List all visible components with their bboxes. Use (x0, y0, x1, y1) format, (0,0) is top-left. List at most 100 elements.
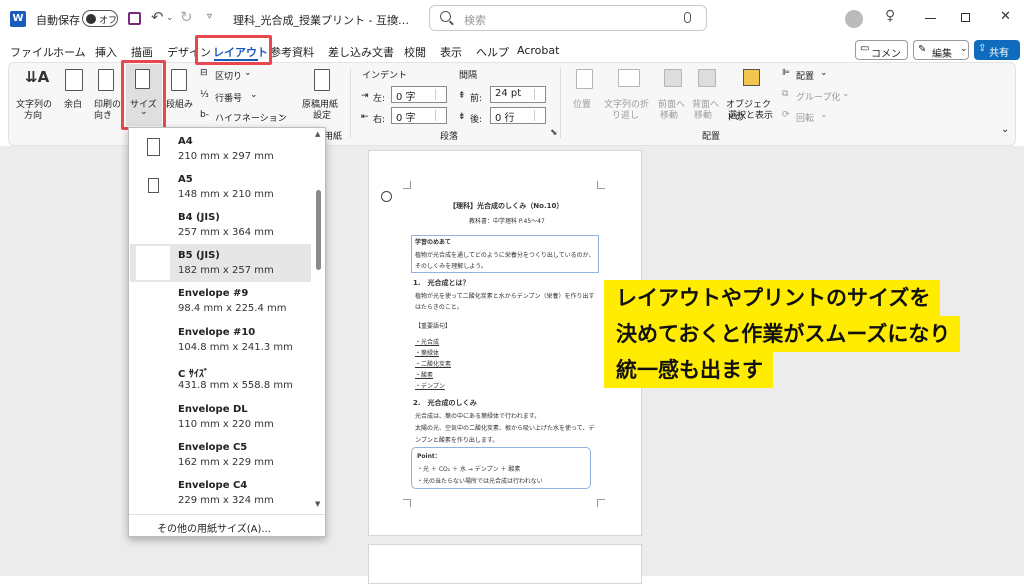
tab-file[interactable]: ファイル (10, 44, 54, 60)
page-icon (148, 178, 159, 193)
columns-button[interactable]: 段組み (166, 66, 196, 124)
redo-icon: ↻ (180, 8, 193, 26)
editing-button[interactable]: ✎ 編集 ⌄ (913, 40, 969, 60)
crop-mark-top-left (403, 181, 411, 189)
comment-button[interactable]: ▭ コメント (855, 40, 908, 75)
lightbulb-icon[interactable]: ♀ (885, 8, 895, 24)
selection-pane-icon (743, 69, 760, 86)
more-paper-sizes[interactable]: その他の用紙サイズ(A)... (157, 520, 271, 535)
tab-references[interactable]: 参考資料 (270, 44, 314, 60)
tab-view[interactable]: 表示 (440, 44, 462, 60)
breaks-button[interactable]: ⊟ 区切り ⌄ (200, 68, 264, 82)
margins-label: 余白 (64, 100, 83, 110)
callout-annotation: レイアウトやプリントのサイズを 決めておくと作業がスムーズになり 統一感も出ます (604, 280, 1020, 394)
dropdown-scrollbar[interactable]: ▲ ▼ (312, 128, 325, 512)
margins-button[interactable]: 余白 (60, 66, 90, 124)
document-page[interactable]: 【理科】光合成のしくみ（No.10） 教科書：中学理科 P.45〜47 学習のめ… (368, 150, 642, 536)
columns-label: 段組み (166, 100, 194, 110)
hyphenation-button[interactable]: b‐ ハイフネーション ⌄ (200, 110, 290, 124)
indent-left-icon: ⇥ (361, 91, 369, 101)
terms-heading: 【重要語句】 (415, 323, 452, 330)
document-filename[interactable]: 理科_光合成_授業プリント - 互換… (233, 12, 409, 28)
undo-icon[interactable]: ↶ (151, 8, 164, 26)
columns-icon (171, 69, 187, 91)
text-direction-label-2: 方向 (24, 111, 43, 121)
share-icon: ⇪ (978, 43, 987, 54)
goal-line-1: 植物が光合成を通してどのように栄養分をつくり出しているのか、 (415, 252, 595, 259)
toggle-knob (86, 14, 96, 24)
align-icon: ⊫ (782, 68, 790, 78)
chevron-down-icon: ⌄ (960, 44, 968, 54)
share-button[interactable]: ⇪ 共有 (974, 40, 1020, 60)
tab-home[interactable]: ホーム (53, 44, 86, 60)
wrap-text-button: 文字列の折 り返し (604, 66, 656, 124)
word-icon[interactable]: W (10, 11, 26, 27)
size-option-name: Envelope #10 (178, 327, 256, 338)
size-option[interactable]: C ｻｲｽﾞ 431.8 mm x 558.8 mm (130, 359, 311, 397)
ribbon-separator (350, 68, 351, 138)
send-backward-label-2: 移動 (694, 111, 713, 121)
tab-draw[interactable]: 描画 (131, 44, 153, 60)
minimize-icon[interactable] (925, 18, 936, 19)
point-heading: Point： (417, 453, 441, 460)
tab-insert[interactable]: 挿入 (95, 44, 117, 60)
group-button: ⧉ グループ化 ⌄ (782, 89, 862, 103)
term-item: ・光合成 (415, 339, 440, 346)
collapse-ribbon-icon[interactable]: ⌄ (1001, 124, 1009, 135)
save-icon[interactable] (128, 12, 141, 25)
scroll-down-icon[interactable]: ▼ (315, 500, 320, 508)
microphone-icon[interactable] (684, 12, 691, 23)
text-direction-button[interactable]: ⇊A 文字列の 方向 (14, 66, 58, 124)
size-option[interactable]: A5 148 mm x 210 mm (130, 168, 311, 206)
selection-pane-button[interactable]: オブジェクトの 選択と表示 (726, 66, 776, 124)
autosave-toggle[interactable]: オフ (82, 10, 118, 27)
size-option-selected[interactable]: B5 (JIS) 182 mm x 257 mm (130, 244, 311, 282)
section-2-line-2: 太陽の光、空気中の二酸化炭素、根から吸い上げた水を使って、デ (415, 425, 595, 432)
size-option[interactable]: Envelope #10 104.8 mm x 241.3 mm (130, 321, 311, 359)
manuscript-icon (314, 69, 330, 91)
indent-right-input[interactable]: 0 字 (391, 107, 447, 124)
size-option[interactable]: Envelope DL 110 mm x 220 mm (130, 398, 311, 436)
size-option-name: B5 (JIS) (178, 250, 220, 261)
tab-acrobat[interactable]: Acrobat (517, 44, 559, 57)
tab-help[interactable]: ヘルプ (476, 44, 509, 60)
section-2-line-1: 光合成は、葉の中にある葉緑体で行われます。 (415, 413, 541, 420)
document-page-2[interactable] (368, 544, 642, 584)
size-option-name: Envelope DL (178, 404, 248, 415)
spacing-after-input[interactable]: 0 行 (490, 107, 546, 124)
tab-review[interactable]: 校閲 (404, 44, 426, 60)
avatar[interactable] (845, 10, 863, 28)
indent-label: インデント (362, 71, 408, 81)
tab-mailings[interactable]: 差し込み文書 (328, 44, 394, 60)
size-option-name: Envelope C5 (178, 442, 248, 453)
layout-tab-highlight-box (195, 35, 272, 65)
align-button[interactable]: ⊫ 配置 ⌄ (782, 68, 852, 82)
autosave-label: 自動保存 (36, 14, 80, 27)
indent-right-label: 右: (373, 115, 386, 125)
search-box[interactable]: 検索 (429, 5, 707, 31)
section-1-line-2: はたらきのこと。 (415, 304, 463, 311)
size-option[interactable]: Envelope C4 229 mm x 324 mm (130, 474, 311, 512)
size-option-dims: 104.8 mm x 241.3 mm (178, 342, 293, 353)
line-numbers-button[interactable]: ⅓ 行番号 ⌄ (200, 90, 264, 104)
size-option[interactable]: Envelope #9 98.4 mm x 225.4 mm (130, 282, 311, 320)
restore-icon[interactable] (961, 13, 970, 22)
manuscript-button[interactable]: 原稿用紙 設定 (300, 66, 346, 124)
copilot-icon[interactable] (381, 191, 392, 202)
scroll-thumb[interactable] (316, 190, 321, 270)
scroll-up-icon[interactable]: ▲ (315, 130, 320, 138)
chevron-down-icon[interactable]: ⌄ (392, 11, 400, 22)
indent-left-input[interactable]: 0 字 (391, 86, 447, 103)
customize-qat-icon[interactable]: ▿ (207, 11, 212, 22)
close-icon[interactable]: ✕ (1000, 9, 1011, 24)
bring-forward-label-2: 移動 (660, 111, 679, 121)
chevron-down-icon[interactable]: ⌄ (166, 13, 174, 23)
spacing-before-input[interactable]: 24 pt (490, 86, 546, 103)
breaks-label: 区切り (215, 72, 243, 82)
point-line-2: ・光の当たらない場所では光合成は行われない (417, 478, 543, 485)
size-option[interactable]: B4 (JIS) 257 mm x 364 mm (130, 206, 311, 244)
paragraph-dialog-launcher-icon[interactable]: ⬊ (550, 128, 558, 138)
size-option[interactable]: A4 210 mm x 297 mm (130, 130, 311, 168)
size-option-dims: 182 mm x 257 mm (178, 265, 274, 276)
size-option[interactable]: Envelope C5 162 mm x 229 mm (130, 436, 311, 474)
